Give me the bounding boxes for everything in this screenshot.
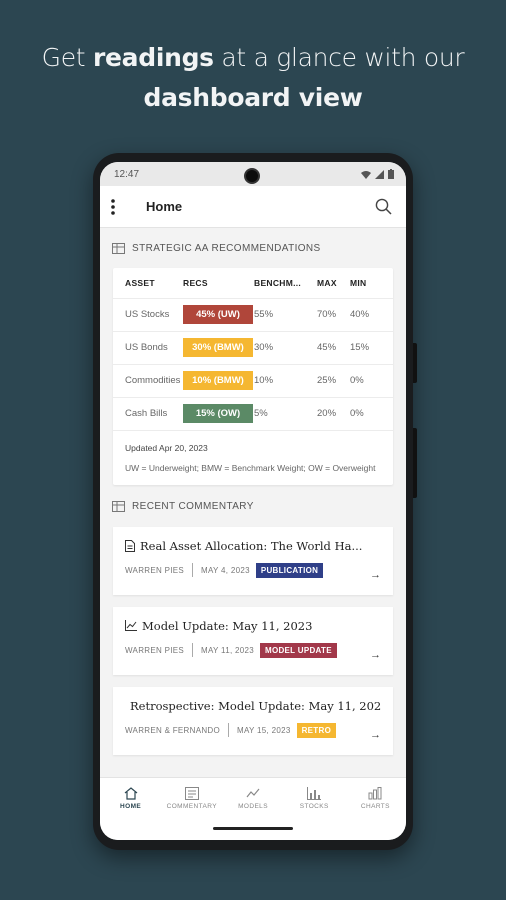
phone-screen: 12:47 Home STRATEGIC AA RECOMMENDATIONS … bbox=[100, 162, 406, 840]
rec-chip: 10% (BMW) bbox=[183, 371, 253, 390]
status-time: 12:47 bbox=[114, 168, 140, 180]
table-row: US Stocks 45% (UW) 55% 70% 40% bbox=[113, 298, 393, 332]
commentary-card[interactable]: Real Asset Allocation: The World Ha... W… bbox=[113, 526, 393, 595]
min-cell: 0% bbox=[350, 364, 393, 398]
col-recs: RECS bbox=[183, 268, 254, 299]
headline-bold-dashboard: dashboard view bbox=[143, 83, 363, 112]
commentary-author: WARREN PIES bbox=[125, 565, 185, 575]
app-bar: Home bbox=[100, 186, 406, 228]
min-cell: 0% bbox=[350, 397, 393, 431]
nav-stocks[interactable]: STOCKS bbox=[284, 778, 345, 818]
recommendations-card: ASSET RECS BENCHM... MAX MIN US Stocks 4… bbox=[113, 268, 393, 485]
headline-bold-readings: readings bbox=[92, 43, 214, 72]
commentary-date: MAY 11, 2023 bbox=[201, 645, 254, 655]
table-icon bbox=[112, 501, 125, 512]
table-icon bbox=[112, 242, 125, 254]
nav-charts[interactable]: CHARTS bbox=[345, 778, 406, 818]
camera-punch-hole bbox=[244, 168, 260, 184]
table-row: US Bonds 30% (BMW) 30% 45% 15% bbox=[113, 331, 393, 365]
commentary-date: MAY 4, 2023 bbox=[201, 565, 250, 575]
recommendations-header: STRATEGIC AA RECOMMENDATIONS bbox=[100, 228, 406, 268]
commentary-date: MAY 15, 2023 bbox=[237, 725, 291, 735]
weight-legend: UW = Underweight; BMW = Benchmark Weight… bbox=[125, 462, 376, 473]
document-icon bbox=[125, 539, 135, 552]
col-min: MIN bbox=[350, 268, 393, 299]
commentary-title: Retrospective: Model Update: May 11, 202… bbox=[130, 698, 381, 713]
search-icon[interactable] bbox=[375, 198, 392, 215]
commentary-title: Real Asset Allocation: The World Ha... bbox=[140, 538, 363, 553]
battery-icon bbox=[388, 169, 394, 179]
col-benchmark: BENCHM... bbox=[254, 268, 317, 299]
signal-icon bbox=[375, 169, 384, 179]
stocks-icon bbox=[307, 786, 322, 800]
bottom-nav: HOME COMMENTARY MODELS STOCKS CHARTS bbox=[100, 777, 406, 818]
commentary-header: RECENT COMMENTARY bbox=[100, 487, 406, 527]
min-cell: 40% bbox=[350, 298, 393, 332]
table-header-row: ASSET RECS BENCHM... MAX MIN bbox=[113, 268, 393, 299]
arrow-right-icon[interactable]: → bbox=[370, 729, 381, 741]
promo-headline: Get readings at a glance with our dashbo… bbox=[41, 43, 465, 112]
arrow-right-icon[interactable]: → bbox=[370, 569, 381, 581]
commentary-author: WARREN & FERNANDO bbox=[125, 725, 221, 735]
charts-icon bbox=[368, 786, 382, 799]
nav-models[interactable]: MODELS bbox=[222, 778, 283, 818]
rec-chip: 15% (OW) bbox=[183, 404, 253, 423]
max-cell: 70% bbox=[317, 298, 350, 332]
asset-cell: US Stocks bbox=[113, 298, 183, 332]
benchmark-cell: 55% bbox=[254, 298, 317, 332]
nav-home[interactable]: HOME bbox=[100, 778, 161, 818]
max-cell: 20% bbox=[317, 397, 350, 431]
commentary-tag: MODEL UPDATE bbox=[259, 642, 337, 658]
col-max: MAX bbox=[317, 268, 350, 299]
benchmark-cell: 10% bbox=[254, 364, 317, 398]
rec-chip: 45% (UW) bbox=[183, 305, 253, 324]
models-icon bbox=[246, 788, 260, 797]
commentary-tag: RETRO bbox=[296, 722, 337, 738]
rec-chip: 30% (BMW) bbox=[183, 338, 253, 357]
gesture-bar bbox=[100, 818, 406, 840]
more-vert-icon[interactable] bbox=[110, 198, 116, 215]
wifi-icon bbox=[361, 170, 371, 179]
chart-line-icon bbox=[125, 620, 137, 631]
table-row: Cash Bills 15% (OW) 5% 20% 0% bbox=[113, 397, 393, 431]
commentary-tag: PUBLICATION bbox=[255, 562, 324, 578]
max-cell: 25% bbox=[317, 364, 350, 398]
asset-cell: Cash Bills bbox=[113, 397, 183, 431]
phone-frame: 12:47 Home STRATEGIC AA RECOMMENDATIONS … bbox=[93, 153, 417, 850]
asset-cell: Commodities bbox=[113, 364, 183, 398]
benchmark-cell: 30% bbox=[254, 331, 317, 365]
recommendations-table: ASSET RECS BENCHM... MAX MIN US Stocks 4… bbox=[113, 268, 393, 431]
arrow-right-icon[interactable]: → bbox=[370, 649, 381, 661]
commentary-icon bbox=[184, 786, 199, 800]
commentary-card[interactable]: Model Update: May 11, 2023 WARREN PIES M… bbox=[113, 606, 393, 675]
page-title: Home bbox=[146, 199, 183, 214]
benchmark-cell: 5% bbox=[254, 397, 317, 431]
max-cell: 45% bbox=[317, 331, 350, 365]
col-asset: ASSET bbox=[113, 268, 183, 299]
commentary-title: Model Update: May 11, 2023 bbox=[142, 618, 313, 633]
commentary-author: WARREN PIES bbox=[125, 645, 185, 655]
nav-commentary[interactable]: COMMENTARY bbox=[161, 778, 222, 818]
commentary-card[interactable]: Retrospective: Model Update: May 11, 202… bbox=[113, 686, 393, 755]
home-icon bbox=[124, 786, 137, 800]
updated-date: Updated Apr 20, 2023 bbox=[125, 442, 208, 453]
asset-cell: US Bonds bbox=[113, 331, 183, 365]
min-cell: 15% bbox=[350, 331, 393, 365]
table-row: Commodities 10% (BMW) 10% 25% 0% bbox=[113, 364, 393, 398]
